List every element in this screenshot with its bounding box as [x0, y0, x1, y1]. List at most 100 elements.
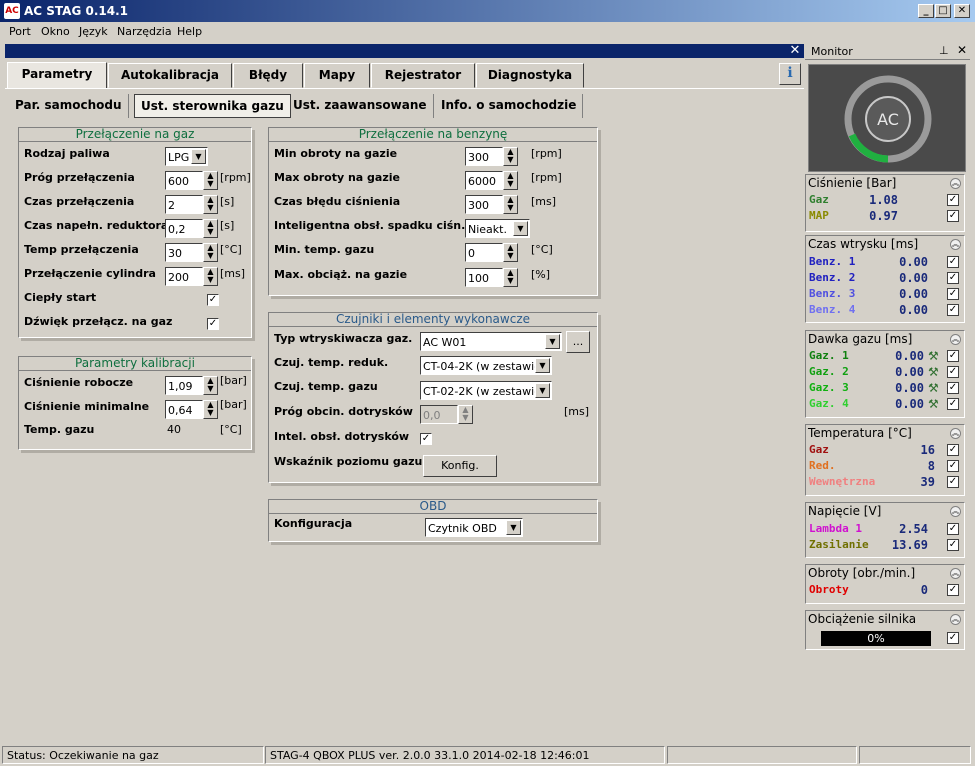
collapse-icon[interactable]: ︽ — [950, 178, 961, 189]
rpm-checkbox[interactable]: ✓ — [947, 584, 959, 596]
collapse-icon[interactable]: ︽ — [950, 239, 961, 250]
cutoff-input[interactable]: 0,0 — [420, 405, 458, 424]
spinner-icon[interactable]: ▲ ▼ — [203, 400, 218, 419]
pin-icon[interactable]: ⊥ — [939, 44, 949, 57]
sound-checkbox[interactable]: ✓ — [207, 318, 219, 330]
monitor-close-icon[interactable]: ✕ — [957, 43, 967, 57]
load-checkbox[interactable]: ✓ — [947, 632, 959, 644]
benz2-checkbox[interactable]: ✓ — [947, 272, 959, 284]
warm-start-checkbox[interactable]: ✓ — [207, 294, 219, 306]
close-button[interactable]: ✕ — [954, 4, 970, 18]
menu-narzedzia[interactable]: Narzędzia — [117, 25, 172, 38]
cutoff-unit: [ms] — [564, 405, 590, 418]
max-load-input[interactable]: 100 — [465, 268, 503, 287]
info-icon[interactable]: ℹ — [779, 63, 801, 85]
smart-pressure-select[interactable]: Nieakt. ▼ — [465, 219, 530, 238]
benz2-value: 0.00 — [899, 271, 928, 285]
spinner-icon[interactable]: ▲ ▼ — [203, 376, 218, 395]
injector-type-value: AC W01 — [423, 336, 467, 349]
subtab-gas-controller[interactable]: Ust. sterownika gazu — [134, 94, 291, 118]
injector-type-select[interactable]: AC W01 ▼ — [420, 332, 562, 351]
gaz3-checkbox[interactable]: ✓ — [947, 382, 959, 394]
gas-sensor-select[interactable]: CT-02-2K (w zestawie) ▼ — [420, 381, 552, 400]
tab-parametry[interactable]: Parametry — [7, 62, 107, 89]
intel-injection-checkbox[interactable]: ✓ — [420, 433, 432, 445]
smart-pressure-label: Inteligentna obsł. spadku ciśn. — [274, 219, 466, 232]
spinner-icon[interactable]: ▲ ▼ — [203, 243, 218, 262]
benz1-checkbox[interactable]: ✓ — [947, 256, 959, 268]
temp-red-checkbox[interactable]: ✓ — [947, 460, 959, 472]
spinner-icon[interactable]: ▲ ▼ — [203, 219, 218, 238]
lambda-checkbox[interactable]: ✓ — [947, 523, 959, 535]
subtab-car-info[interactable]: Info. o samochodzie — [435, 94, 584, 118]
menu-jezyk[interactable]: Język — [79, 25, 108, 38]
minrpm-input[interactable]: 300 — [465, 147, 503, 166]
obd-config-select[interactable]: Czytnik OBD ▼ — [425, 518, 523, 537]
smart-pressure-value: Nieakt. — [468, 223, 507, 236]
chevron-down-icon[interactable]: ▼ — [545, 334, 560, 349]
temp-internal-checkbox[interactable]: ✓ — [947, 476, 959, 488]
tab-autokalibracja[interactable]: Autokalibracja — [108, 63, 232, 88]
gas-level-config-button[interactable]: Konfig. — [423, 455, 497, 477]
chevron-down-icon[interactable]: ▼ — [535, 383, 550, 398]
injector-more-button[interactable]: ... — [566, 331, 590, 353]
time-label: Czas przełączenia — [24, 195, 135, 208]
min-gas-temp-input[interactable]: 0 — [465, 243, 503, 262]
spinner-icon[interactable]: ▲ ▼ — [203, 195, 218, 214]
subtab-advanced[interactable]: Ust. zaawansowane — [287, 94, 434, 118]
reducer-input[interactable]: 0,2 — [165, 219, 203, 238]
chevron-down-icon[interactable]: ▼ — [506, 520, 521, 535]
gaz2-checkbox[interactable]: ✓ — [947, 366, 959, 378]
collapse-icon[interactable]: ︽ — [950, 614, 961, 625]
maximize-button[interactable]: □ — [935, 4, 951, 18]
gaz3-value: 0.00 — [895, 381, 924, 395]
gaz4-checkbox[interactable]: ✓ — [947, 398, 959, 410]
chevron-down-icon[interactable]: ▼ — [513, 221, 528, 236]
chevron-down-icon[interactable]: ▼ — [191, 149, 206, 164]
spinner-icon[interactable]: ▲ ▼ — [503, 268, 518, 287]
chevron-down-icon[interactable]: ▼ — [535, 358, 550, 373]
collapse-icon[interactable]: ︽ — [950, 568, 961, 579]
spinner-icon[interactable]: ▲ ▼ — [503, 195, 518, 214]
maxrpm-input[interactable]: 6000 — [465, 171, 503, 190]
collapse-icon[interactable]: ︽ — [950, 334, 961, 345]
spinner-icon[interactable]: ▲ ▼ — [503, 147, 518, 166]
min-pressure-input[interactable]: 0,64 — [165, 400, 203, 419]
close-document-icon[interactable]: ✕ — [786, 44, 804, 58]
max-load-label: Max. obciąż. na gazie — [274, 268, 408, 281]
pressure-gas-checkbox[interactable]: ✓ — [947, 194, 959, 206]
spinner-icon[interactable]: ▲ ▼ — [458, 405, 473, 424]
tab-bledy[interactable]: Błędy — [233, 63, 303, 88]
spinner-icon[interactable]: ▲ ▼ — [203, 267, 218, 286]
benz3-checkbox[interactable]: ✓ — [947, 288, 959, 300]
spinner-icon[interactable]: ▲ ▼ — [503, 171, 518, 190]
reducer-sensor-select[interactable]: CT-04-2K (w zestawie) ▼ — [420, 356, 552, 375]
tab-diagnostyka[interactable]: Diagnostyka — [476, 63, 584, 88]
pressure-map-checkbox[interactable]: ✓ — [947, 210, 959, 222]
work-pressure-input[interactable]: 1,09 — [165, 376, 203, 395]
temp-gas-checkbox[interactable]: ✓ — [947, 444, 959, 456]
fuel-type-select[interactable]: LPG ▼ — [165, 147, 208, 166]
tab-rejestrator[interactable]: Rejestrator — [371, 63, 475, 88]
collapse-icon[interactable]: ︽ — [950, 506, 961, 517]
menu-help[interactable]: Help — [177, 25, 202, 38]
minimize-button[interactable]: _ — [918, 4, 934, 18]
spinner-icon[interactable]: ▲ ▼ — [203, 171, 218, 190]
cyl-input[interactable]: 200 — [165, 267, 203, 286]
gaz1-checkbox[interactable]: ✓ — [947, 350, 959, 362]
benz4-checkbox[interactable]: ✓ — [947, 304, 959, 316]
subtab-car-params[interactable]: Par. samochodu — [9, 94, 129, 118]
time-input[interactable]: 2 — [165, 195, 203, 214]
threshold-input[interactable]: 600 — [165, 171, 203, 190]
menu-okno[interactable]: Okno — [41, 25, 70, 38]
minrpm-label: Min obroty na gazie — [274, 147, 398, 160]
collapse-icon[interactable]: ︽ — [950, 428, 961, 439]
supply-checkbox[interactable]: ✓ — [947, 539, 959, 551]
temp-input[interactable]: 30 — [165, 243, 203, 262]
pressure-error-input[interactable]: 300 — [465, 195, 503, 214]
tab-mapy[interactable]: Mapy — [304, 63, 370, 88]
spinner-icon[interactable]: ▲ ▼ — [503, 243, 518, 262]
reducer-label: Czas napełn. reduktora — [24, 219, 169, 232]
gas-temp-value: 40 — [167, 423, 181, 436]
menu-port[interactable]: Port — [9, 25, 31, 38]
